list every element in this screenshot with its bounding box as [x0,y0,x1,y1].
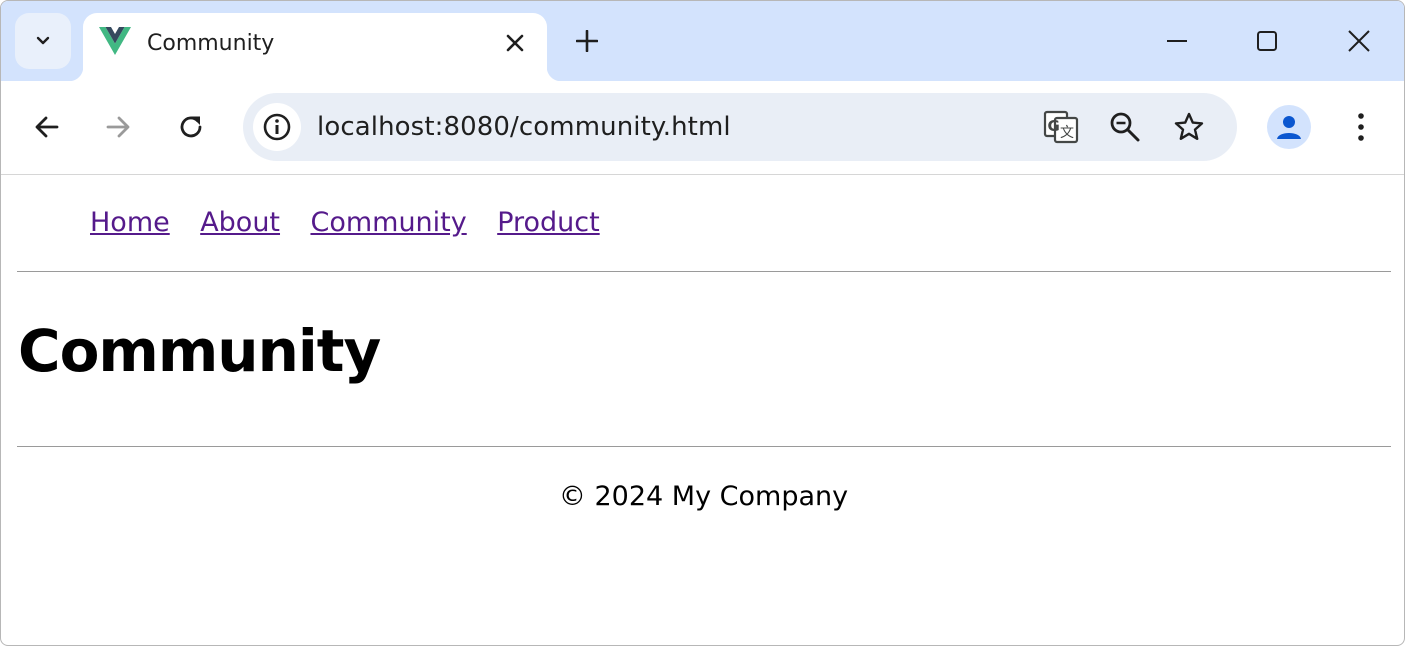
maximize-icon [1257,31,1277,51]
url-text[interactable]: localhost:8080/community.html [317,112,731,142]
tab-close-button[interactable] [499,27,531,59]
minimize-icon [1167,40,1187,42]
new-tab-button[interactable] [567,21,607,61]
reload-button[interactable] [168,104,214,150]
footer-copyright: © 2024 My Company [558,481,849,512]
tab-search-button[interactable] [15,13,71,69]
zoom-button[interactable] [1103,105,1147,149]
reload-icon [180,116,202,138]
site-info-button[interactable] [253,103,301,151]
zoom-out-icon [1110,112,1140,142]
star-icon [1174,112,1204,140]
page-content: Home About Community Product Community ©… [1,175,1404,645]
profile-button[interactable] [1267,105,1311,149]
tab-community[interactable]: Community [69,13,561,81]
menu-button[interactable] [1338,104,1384,150]
more-vertical-icon [1358,113,1364,141]
arrow-left-icon [35,116,59,138]
bookmark-button[interactable] [1167,105,1211,149]
nav-link-community[interactable]: Community [310,207,466,238]
close-window-button[interactable] [1335,17,1383,65]
tab-title: Community [147,31,275,56]
footer-divider [17,446,1391,447]
nav-link-about[interactable]: About [200,207,280,238]
translate-button[interactable]: G 文 [1039,105,1083,149]
close-icon [506,34,524,52]
forward-button[interactable] [95,104,141,150]
nav-link-product[interactable]: Product [497,207,600,238]
browser-window: Community localhost:8080/community.html … [0,0,1405,646]
site-nav: Home About Community Product [90,207,626,238]
translate-icon: G 文 [1043,110,1079,144]
close-icon [1348,30,1370,52]
address-bar[interactable]: localhost:8080/community.html G 文 [243,93,1237,161]
person-icon [1277,116,1301,139]
page-title: Community [18,317,381,385]
svg-text:G: G [1048,117,1060,135]
maximize-button[interactable] [1243,17,1291,65]
browser-toolbar: localhost:8080/community.html G 文 [1,81,1404,175]
vue-logo-icon [99,27,131,55]
arrow-right-icon [106,116,130,138]
info-icon [263,113,291,141]
svg-text:文: 文 [1060,125,1074,141]
chevron-down-icon [36,36,50,45]
back-button[interactable] [24,104,70,150]
tab-strip: Community [1,1,1404,81]
header-divider [17,271,1391,272]
nav-link-home[interactable]: Home [90,207,170,238]
minimize-button[interactable] [1153,17,1201,65]
plus-icon [576,30,598,52]
